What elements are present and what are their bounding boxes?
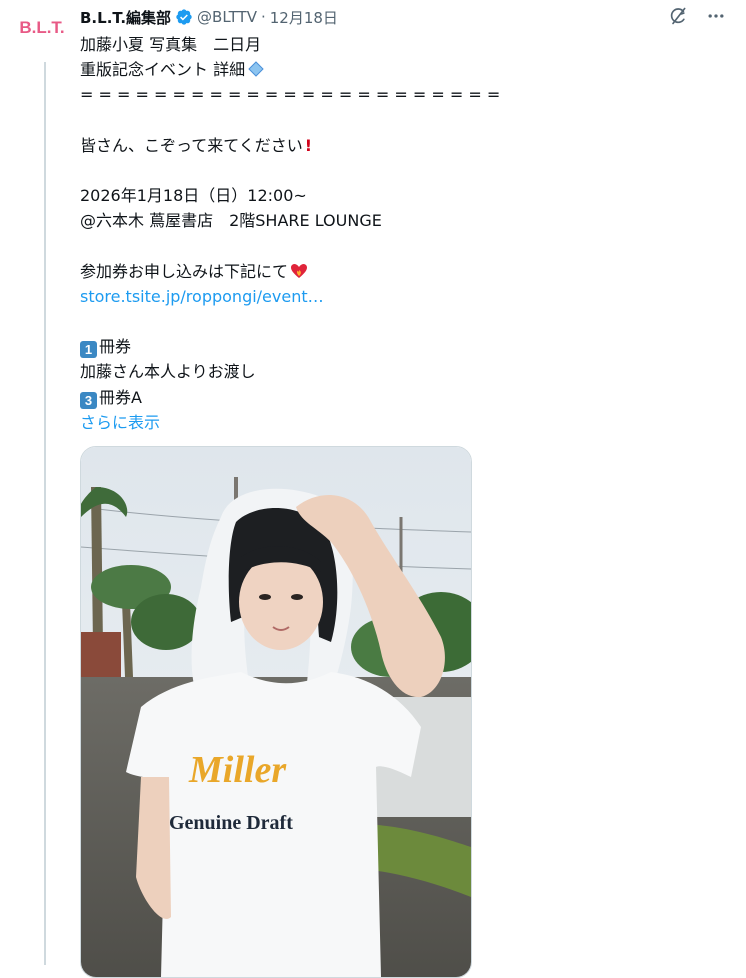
shirt-logo: Miller: [188, 749, 287, 791]
handle[interactable]: @BLTTV: [197, 8, 257, 26]
text-span: 加藤さん本人よりお渡し: [80, 362, 256, 382]
text-line: 3 冊券A: [80, 385, 720, 410]
text-span: 加藤小夏 写真集 二日月: [80, 35, 262, 54]
event-link[interactable]: store.tsite.jp/roppongi/event…: [80, 287, 324, 306]
photo-illustration: Miller Genuine Draft: [81, 447, 471, 977]
text-span: 2026年1月18日（日）12:00~: [80, 186, 307, 206]
text-line: 1 冊券: [80, 334, 720, 359]
keycap-1: 1: [80, 341, 97, 359]
text-span: 参加券お申し込みは下記にて: [80, 261, 289, 281]
text-line: 2026年1月18日（日）12:00~: [80, 183, 720, 208]
text-span: 冊券: [99, 337, 132, 357]
text-span: 冊券A: [99, 387, 142, 407]
tweet-photo[interactable]: Miller Genuine Draft: [80, 446, 472, 978]
grok-icon[interactable]: [666, 4, 690, 28]
text-span: 皆さん、こぞって来てください: [80, 135, 303, 155]
text-span: = = = = = = = = = = = = = = = = = = = = …: [80, 85, 501, 105]
avatar[interactable]: B.L.T.: [16, 6, 68, 50]
text-line: @六本木 蔦屋書店 2階SHARE LOUNGE: [80, 208, 720, 233]
text-line: 重版記念イベント 詳細: [80, 57, 720, 82]
avatar-logo-text: B.L.T.: [19, 18, 65, 37]
shirt-text: Genuine Draft: [169, 812, 293, 834]
heart-on-fire: [291, 263, 308, 278]
show-more-link[interactable]: さらに表示: [80, 413, 160, 432]
thread-line: [44, 62, 46, 965]
tweet-date[interactable]: 12月18日: [270, 7, 338, 28]
red-exclamation: !: [304, 135, 313, 155]
text-span: @六本木 蔦屋書店 2階SHARE LOUNGE: [80, 211, 382, 231]
top-actions: [666, 4, 728, 28]
keycap-3: 3: [80, 391, 97, 409]
tweet-header: B.L.T.編集部 @BLTTV · 12月18日: [80, 6, 338, 28]
tweet-text: 加藤小夏 写真集 二日月 重版記念イベント 詳細 = = = = = = = =…: [80, 32, 720, 435]
divider-line: = = = = = = = = = = = = = = = = = = = = …: [80, 82, 720, 107]
text-line: store.tsite.jp/roppongi/event…: [80, 284, 720, 309]
text-line: さらに表示: [80, 410, 720, 435]
text-line: 加藤小夏 写真集 二日月: [80, 32, 720, 57]
more-icon[interactable]: [704, 4, 728, 28]
text-line: 加藤さん本人よりお渡し: [80, 359, 720, 384]
text-span: 重版記念イベント 詳細: [80, 60, 246, 80]
display-name[interactable]: B.L.T.編集部: [80, 7, 171, 28]
verified-badge-icon: [176, 9, 192, 25]
text-line: 参加券お申し込みは下記にて: [80, 259, 720, 284]
text-line: 皆さん、こぞって来てください!: [80, 133, 720, 158]
small-blue-diamond: [248, 61, 264, 77]
separator-dot: ·: [260, 8, 266, 26]
